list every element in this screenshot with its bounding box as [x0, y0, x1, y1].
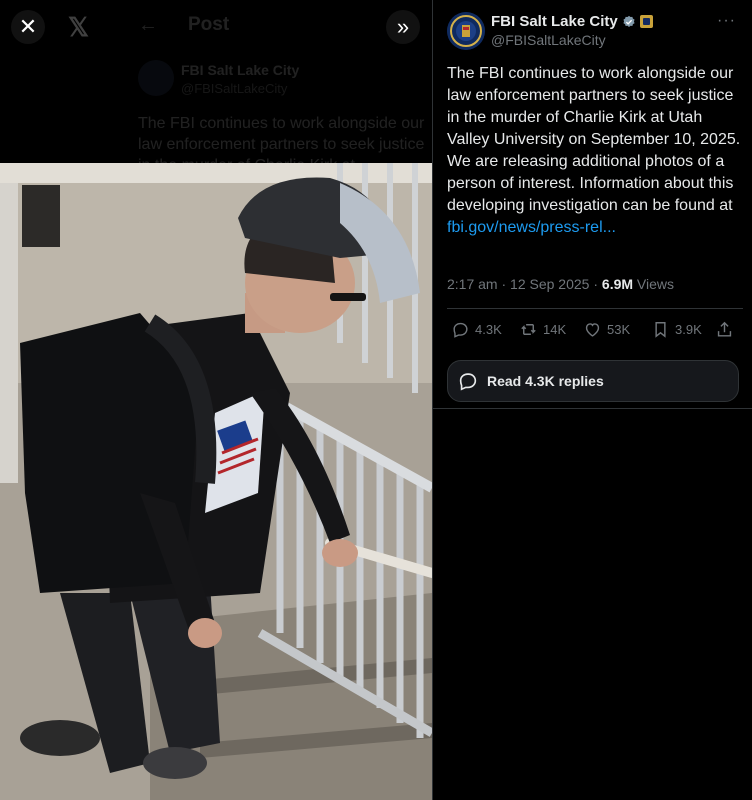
author-name-row: FBI Salt Lake City: [491, 13, 653, 30]
tweet-time[interactable]: 2:17 am: [447, 276, 498, 292]
underlay-handle: @FBISaltLakeCity: [181, 81, 288, 96]
tweet-body: The FBI continues to work alongside our …: [447, 65, 741, 214]
bookmark-button[interactable]: 3.9K: [651, 320, 702, 339]
chat-bubble-icon: [459, 373, 477, 391]
read-replies-label: Read 4.3K replies: [487, 373, 604, 389]
underlay-title: Post: [188, 14, 230, 35]
media-viewer: ← Post FBI Salt Lake City @FBISaltLakeCi…: [0, 0, 432, 800]
fbi-seal-badge: [639, 15, 653, 28]
author-handle[interactable]: @FBISaltLakeCity: [491, 32, 606, 48]
share-icon: [717, 321, 732, 337]
close-button[interactable]: ✕: [11, 10, 45, 44]
tweet-text: The FBI continues to work alongside our …: [447, 63, 743, 239]
close-icon: ✕: [18, 14, 38, 39]
press-release-link[interactable]: fbi.gov/news/press-rel...: [447, 219, 616, 236]
chevrons-right-icon: »: [396, 14, 410, 39]
tweet-header: FBI Salt Lake City @FBISaltLakeCity ···: [447, 12, 742, 52]
like-button[interactable]: 53K: [583, 320, 630, 339]
x-logo-icon: 𝕏: [68, 12, 89, 42]
views-label: Views: [636, 276, 675, 292]
share-button[interactable]: [715, 320, 734, 339]
author-name[interactable]: FBI Salt Lake City: [491, 13, 618, 30]
repost-icon: [521, 324, 536, 335]
underlay-avatar: [138, 60, 174, 96]
avatar[interactable]: [447, 12, 485, 50]
surveillance-photo[interactable]: [0, 163, 432, 800]
bookmark-count: 3.9K: [675, 322, 702, 337]
expand-panel-button[interactable]: »: [386, 10, 420, 44]
more-options-button[interactable]: ···: [717, 12, 736, 30]
repost-count: 14K: [543, 322, 567, 337]
repost-button[interactable]: 14K: [519, 320, 566, 339]
meta-separator: ·: [497, 276, 511, 292]
action-bar: 4.3K 14K 53K 3.9K: [447, 308, 743, 352]
reply-button[interactable]: 4.3K: [451, 320, 502, 339]
tweet-panel: FBI Salt Lake City @FBISaltLakeCity ··· …: [432, 0, 752, 800]
reply-icon: [453, 322, 468, 338]
meta-separator: ·: [589, 276, 602, 292]
read-replies-button[interactable]: Read 4.3K replies: [447, 360, 739, 402]
divider: [433, 408, 752, 409]
photo-image: [0, 163, 432, 800]
underlay-name: FBI Salt Lake City: [181, 62, 300, 78]
arrow-left-icon: ←: [138, 14, 158, 36]
views-count: 6.9M: [601, 276, 634, 292]
fbi-seal-icon: [447, 12, 485, 50]
tweet-date[interactable]: 12 Sep 2025: [510, 276, 589, 292]
bookmark-icon: [655, 322, 666, 338]
verified-badge-icon: [623, 15, 635, 27]
reply-count: 4.3K: [475, 322, 502, 337]
heart-icon: [585, 323, 600, 337]
like-count: 53K: [607, 322, 631, 337]
tweet-meta: 2:17 am · 12 Sep 2025 · 6.9M Views: [447, 276, 674, 292]
